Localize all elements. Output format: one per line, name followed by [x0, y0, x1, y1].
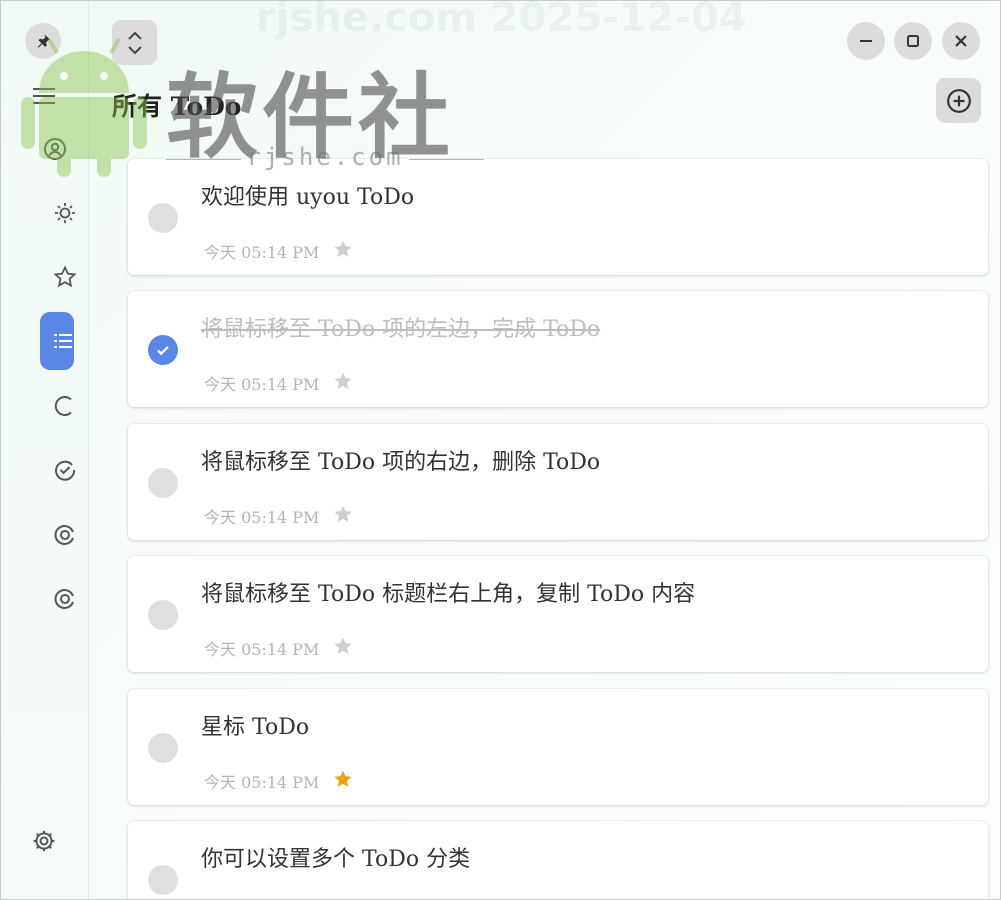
star-icon[interactable]: [333, 769, 353, 789]
circle-loading-icon: [54, 396, 72, 416]
complete-toggle[interactable]: [148, 203, 178, 233]
maximize-icon: [907, 35, 919, 47]
todo-item[interactable]: 你可以设置多个 ToDo 分类: [128, 821, 988, 899]
complete-toggle[interactable]: [148, 600, 178, 630]
todo-item[interactable]: 星标 ToDo 今天 05:14 PM: [128, 689, 988, 805]
add-todo-button[interactable]: [936, 78, 981, 123]
todo-title: 将鼠标移至 ToDo 项的右边，删除 ToDo: [201, 450, 601, 475]
todo-title: 星标 ToDo: [201, 715, 310, 740]
star-icon[interactable]: [333, 239, 353, 259]
star-outline-icon: [53, 265, 77, 288]
todo-time: 今天 05:14 PM: [204, 773, 320, 792]
app-window: rjshe.com 2025-12-04 所有 ToDo 欢迎使用 uyou T…: [0, 0, 1001, 900]
complete-toggle[interactable]: [148, 468, 178, 498]
todo-item[interactable]: 将鼠标移至 ToDo 项的右边，删除 ToDo 今天 05:14 PM: [128, 424, 988, 540]
todo-time: 今天 05:14 PM: [204, 640, 320, 659]
sidebar-item-category-1[interactable]: [41, 511, 81, 559]
todo-title: 将鼠标移至 ToDo 项的左边，完成 ToDo: [201, 317, 601, 342]
todo-time: 今天 05:14 PM: [204, 375, 320, 394]
checkmark-icon: [157, 345, 169, 356]
watermark-site: rjshe.com: [166, 143, 484, 171]
close-button[interactable]: [942, 22, 980, 60]
star-icon[interactable]: [333, 504, 353, 524]
todo-item[interactable]: 欢迎使用 uyou ToDo 今天 05:14 PM: [128, 159, 988, 275]
sidebar-item-today[interactable]: [41, 189, 81, 237]
gear-icon: [33, 830, 55, 852]
sidebar-item-category-2[interactable]: [41, 575, 81, 623]
android-logo-watermark: [21, 38, 147, 177]
sun-icon: [55, 203, 75, 223]
sidebar-item-in-progress[interactable]: [41, 382, 81, 430]
sidebar-item-all[interactable]: [40, 312, 74, 370]
todo-title: 将鼠标移至 ToDo 标题栏右上角，复制 ToDo 内容: [201, 582, 696, 607]
sidebar-item-completed[interactable]: [41, 446, 81, 494]
at-icon: [54, 525, 74, 545]
check-circle-icon: [55, 460, 76, 481]
star-icon[interactable]: [333, 636, 353, 656]
at-icon: [54, 589, 74, 609]
todo-item[interactable]: 将鼠标移至 ToDo 标题栏右上角，复制 ToDo 内容 今天 05:14 PM: [128, 556, 988, 672]
todo-time: 今天 05:14 PM: [204, 508, 320, 527]
complete-toggle[interactable]: [148, 335, 178, 365]
minimize-icon: [860, 40, 872, 42]
maximize-button[interactable]: [894, 22, 932, 60]
minimize-button[interactable]: [847, 22, 885, 60]
close-icon: [955, 35, 967, 47]
plus-circle-icon: [946, 88, 971, 113]
list-icon: [54, 334, 72, 348]
todo-title: 你可以设置多个 ToDo 分类: [201, 847, 471, 872]
todo-time: 今天 05:14 PM: [204, 243, 320, 262]
watermark-date: rjshe.com 2025-12-04: [256, 0, 747, 41]
sidebar-item-starred[interactable]: [41, 253, 81, 301]
complete-toggle[interactable]: [148, 733, 178, 763]
star-icon[interactable]: [333, 371, 353, 391]
settings-button[interactable]: [27, 824, 61, 858]
todo-title: 欢迎使用 uyou ToDo: [201, 185, 415, 210]
complete-toggle[interactable]: [148, 865, 178, 895]
todo-item[interactable]: 将鼠标移至 ToDo 项的左边，完成 ToDo 今天 05:14 PM: [128, 291, 988, 407]
